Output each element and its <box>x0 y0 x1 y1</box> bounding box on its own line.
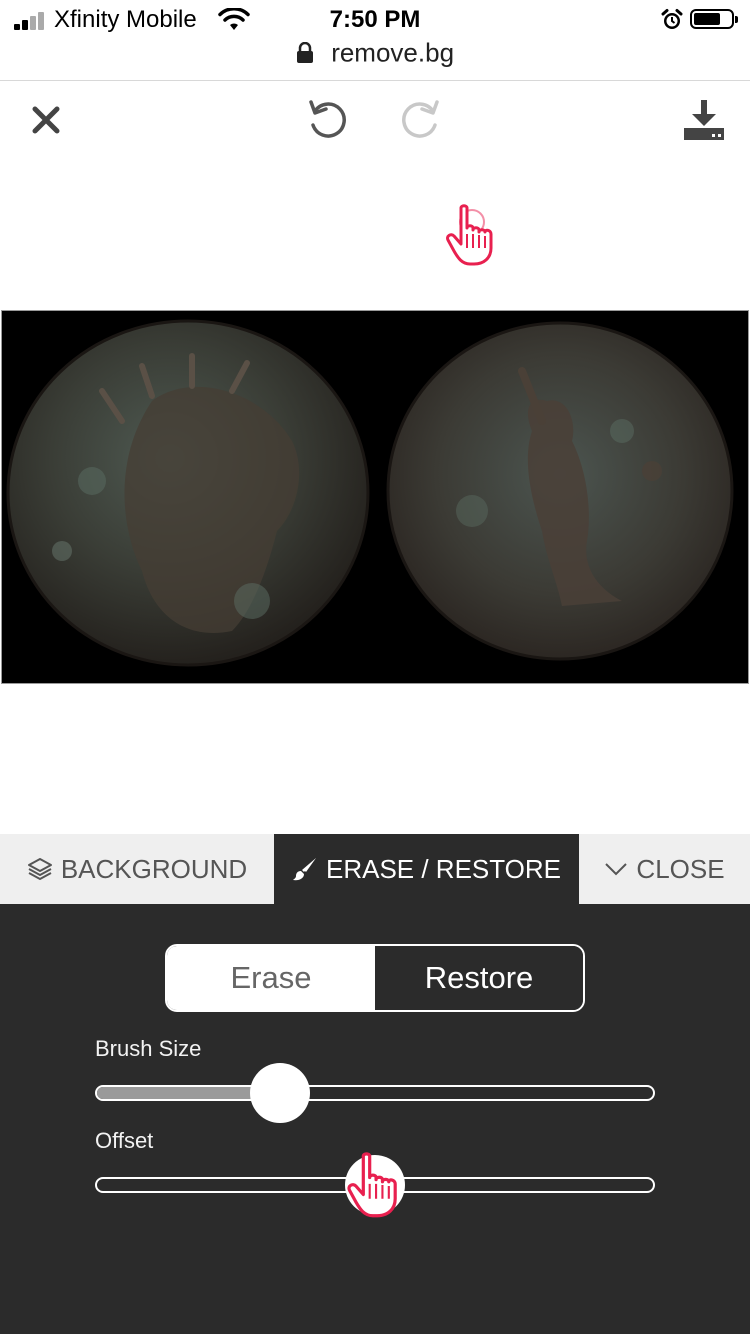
restore-button[interactable]: Restore <box>375 946 583 1010</box>
undo-icon <box>309 100 346 138</box>
coin-photo <box>2 311 748 683</box>
brush-icon <box>292 858 316 881</box>
pointer-hand-icon <box>446 204 493 266</box>
redo-button[interactable] <box>396 96 444 144</box>
status-bar: Xfinity Mobile 7:50 PM <box>0 0 750 40</box>
brush-size-label: Brush Size <box>95 1036 202 1061</box>
tab-background-label: BACKGROUND <box>60 853 248 884</box>
lock-icon <box>296 42 313 64</box>
layers-icon <box>27 858 52 880</box>
download-icon <box>684 100 724 140</box>
tab-close[interactable]: CLOSE <box>579 834 750 904</box>
url-text: remove.bg <box>331 37 455 68</box>
offset-label: Offset <box>95 1128 154 1153</box>
undo-button[interactable] <box>304 96 352 144</box>
pointer-hand-icon <box>347 1152 397 1218</box>
address-bar[interactable]: remove.bg <box>0 36 750 80</box>
redo-icon <box>402 100 439 138</box>
brush-size-slider[interactable] <box>95 1085 655 1101</box>
download-button[interactable] <box>680 96 728 144</box>
alarm-icon <box>661 9 683 29</box>
divider <box>0 80 750 81</box>
chevron-down-icon <box>605 863 628 876</box>
brush-size-knob[interactable] <box>249 1063 310 1123</box>
erase-button[interactable]: Erase <box>167 946 375 1010</box>
close-icon <box>32 106 60 134</box>
battery-icon <box>690 9 738 29</box>
editor-tabs: BACKGROUND ERASE / RESTORE CLOSE <box>0 834 750 904</box>
close-editor-button[interactable] <box>22 96 70 144</box>
tab-erase-restore[interactable]: ERASE / RESTORE <box>274 834 579 904</box>
tab-erase-restore-label: ERASE / RESTORE <box>325 853 562 884</box>
tab-background[interactable]: BACKGROUND <box>0 834 274 904</box>
tab-close-label: CLOSE <box>636 853 725 884</box>
mode-toggle: Erase Restore <box>165 944 585 1012</box>
uploaded-image[interactable] <box>1 310 749 684</box>
clock-time: 7:50 PM <box>329 6 421 33</box>
